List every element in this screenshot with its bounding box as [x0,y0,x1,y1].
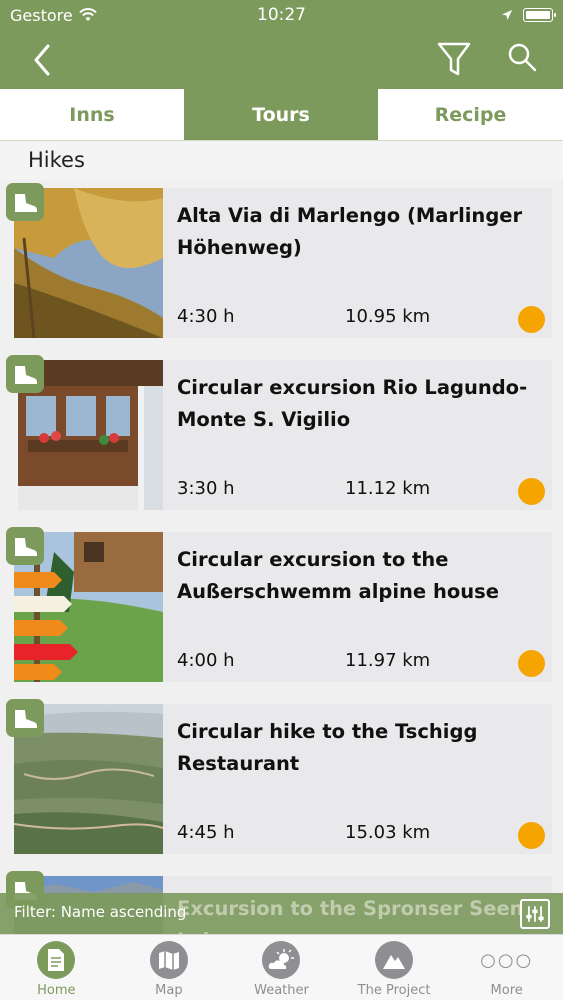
carrier-label: Gestore [10,5,73,25]
tabbar-more[interactable]: ○○○ More [450,935,563,1000]
tabbar-weather[interactable]: Weather [225,935,338,1000]
back-chevron-icon[interactable] [26,40,62,80]
tab-inns[interactable]: Inns [0,89,184,140]
mountain-icon [375,941,414,979]
filter-bar: Excursion to the Spronser Seen Lakes Fil… [0,893,563,952]
map-icon [149,941,188,979]
sort-sliders-icon[interactable] [520,899,550,929]
difficulty-dot [518,306,545,333]
tour-card[interactable]: Alta Via di Marlengo (Marlinger Höhenweg… [14,188,552,338]
section-header: Hikes [0,141,563,179]
filter-funnel-icon[interactable] [434,38,474,80]
search-icon[interactable] [505,40,541,76]
bottom-tab-bar: Home Map Weather The Project ○○○ More [0,934,563,1000]
nav-bar [0,30,563,89]
home-document-icon [37,941,76,979]
tour-duration: 4:45 h [177,822,235,843]
tour-distance: 11.12 km [345,478,431,499]
tabbar-label: Map [155,983,183,998]
tabbar-map[interactable]: Map [113,935,226,1000]
tab-recipe[interactable]: Recipe [378,89,563,140]
tour-card[interactable]: Circular excursion Rio Lagundo-Monte S. … [14,360,552,510]
tabbar-label: Home [37,983,76,998]
location-arrow-icon [502,10,512,20]
hiking-boot-icon [6,183,44,221]
tour-title: Circular excursion to the Außerschwemm a… [177,548,499,603]
tour-duration: 4:00 h [177,650,235,671]
status-bar: Gestore 10:27 [0,0,563,30]
tab-tours[interactable]: Tours [184,89,378,140]
wifi-icon [78,8,97,21]
tabbar-home[interactable]: Home [0,935,113,1000]
hiking-boot-icon [6,527,44,565]
more-dots-icon: ○○○ [480,949,534,971]
difficulty-dot [518,822,545,849]
tour-duration: 3:30 h [177,478,235,499]
weather-sun-cloud-icon [262,941,301,979]
tour-title: Circular hike to the Tschigg Restaurant [177,720,478,775]
tour-card[interactable]: Circular hike to the Tschigg Restaurant … [14,704,552,854]
tour-distance: 10.95 km [345,306,431,327]
top-bar: Gestore 10:27 [0,0,563,89]
battery-icon [523,8,556,22]
tabbar-label: Weather [254,983,309,998]
tour-card[interactable]: Circular excursion to the Außerschwemm a… [14,532,552,682]
tour-distance: 15.03 km [345,822,431,843]
tour-title: Circular excursion Rio Lagundo-Monte S. … [177,376,528,431]
difficulty-dot [518,650,545,677]
tour-title: Alta Via di Marlengo (Marlinger Höhenweg… [177,204,523,259]
tabbar-label: The Project [357,983,431,998]
hiking-boot-icon [6,355,44,393]
tour-duration: 4:30 h [177,306,235,327]
tabbar-label: More [490,983,523,998]
category-tabs: Inns Tours Recipe [0,89,563,141]
filter-status: Filter: Name ascending [14,903,187,921]
tabbar-project[interactable]: The Project [338,935,451,1000]
hiking-boot-icon [6,699,44,737]
section-title: Hikes [28,148,85,172]
difficulty-dot [518,478,545,505]
tour-distance: 11.97 km [345,650,431,671]
